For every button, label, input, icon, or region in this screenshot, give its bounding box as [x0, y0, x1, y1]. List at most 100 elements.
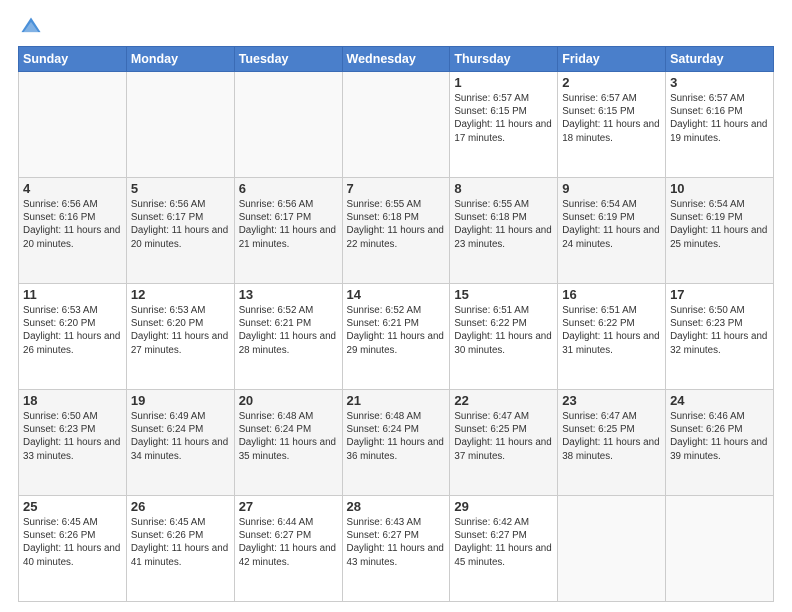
calendar-table: SundayMondayTuesdayWednesdayThursdayFrid… — [18, 46, 774, 602]
day-info: Sunrise: 6:56 AM Sunset: 6:17 PM Dayligh… — [239, 198, 338, 251]
calendar-week-5: 25Sunrise: 6:45 AM Sunset: 6:26 PM Dayli… — [19, 496, 774, 602]
day-info: Sunrise: 6:48 AM Sunset: 6:24 PM Dayligh… — [239, 410, 338, 463]
day-number: 11 — [23, 287, 122, 302]
calendar-header-monday: Monday — [126, 47, 234, 72]
calendar-week-3: 11 Sunrise: 6:53 AM Sunset: 6:20 PM Dayli… — [19, 284, 774, 390]
day-info: Sunrise: 6:46 AM Sunset: 6:26 PM Dayligh… — [670, 410, 769, 463]
day-number: 14 — [347, 287, 446, 302]
day-info: Sunrise: 6:55 AM Sunset: 6:18 PM Dayligh… — [347, 198, 446, 251]
day-info: Sunrise: 6:57 AM Sunset: 6:16 PM Dayligh… — [670, 92, 769, 145]
day-number: 4 — [23, 181, 122, 196]
calendar-cell: 7 Sunrise: 6:55 AM Sunset: 6:18 PM Daylig… — [342, 178, 450, 284]
day-info: Sunrise: 6:55 AM Sunset: 6:18 PM Dayligh… — [454, 198, 553, 251]
calendar-header-sunday: Sunday — [19, 47, 127, 72]
day-info: Sunrise: 6:53 AM Sunset: 6:20 PM Dayligh… — [131, 304, 230, 357]
day-info: Sunrise: 6:53 AM Sunset: 6:20 PM Dayligh… — [23, 304, 122, 357]
day-number: 20 — [239, 393, 338, 408]
calendar-cell: 14 Sunrise: 6:52 AM Sunset: 6:21 PM Dayli… — [342, 284, 450, 390]
day-number: 26 — [131, 499, 230, 514]
calendar-header-thursday: Thursday — [450, 47, 558, 72]
calendar-cell: 12 Sunrise: 6:53 AM Sunset: 6:20 PM Dayli… — [126, 284, 234, 390]
day-info: Sunrise: 6:42 AM Sunset: 6:27 PM Dayligh… — [454, 516, 553, 569]
day-info: Sunrise: 6:45 AM Sunset: 6:26 PM Dayligh… — [131, 516, 230, 569]
day-number: 24 — [670, 393, 769, 408]
day-info: Sunrise: 6:49 AM Sunset: 6:24 PM Dayligh… — [131, 410, 230, 463]
day-info: Sunrise: 6:44 AM Sunset: 6:27 PM Dayligh… — [239, 516, 338, 569]
day-number: 29 — [454, 499, 553, 514]
calendar-week-1: 1 Sunrise: 6:57 AM Sunset: 6:15 PM Daylig… — [19, 72, 774, 178]
calendar-cell: 24 Sunrise: 6:46 AM Sunset: 6:26 PM Dayli… — [666, 390, 774, 496]
calendar-cell: 28Sunrise: 6:43 AM Sunset: 6:27 PM Dayli… — [342, 496, 450, 602]
day-info: Sunrise: 6:57 AM Sunset: 6:15 PM Dayligh… — [562, 92, 661, 145]
calendar-cell: 4 Sunrise: 6:56 AM Sunset: 6:16 PM Daylig… — [19, 178, 127, 284]
day-number: 27 — [239, 499, 338, 514]
calendar-cell: 6 Sunrise: 6:56 AM Sunset: 6:17 PM Daylig… — [234, 178, 342, 284]
calendar-cell: 29 Sunrise: 6:42 AM Sunset: 6:27 PM Dayli… — [450, 496, 558, 602]
calendar-header-row: SundayMondayTuesdayWednesdayThursdayFrid… — [19, 47, 774, 72]
calendar-cell: 18 Sunrise: 6:50 AM Sunset: 6:23 PM Dayli… — [19, 390, 127, 496]
day-number: 8 — [454, 181, 553, 196]
day-info: Sunrise: 6:50 AM Sunset: 6:23 PM Dayligh… — [670, 304, 769, 357]
calendar-week-2: 4 Sunrise: 6:56 AM Sunset: 6:16 PM Daylig… — [19, 178, 774, 284]
day-info: Sunrise: 6:47 AM Sunset: 6:25 PM Dayligh… — [562, 410, 661, 463]
day-number: 3 — [670, 75, 769, 90]
day-number: 16 — [562, 287, 661, 302]
calendar-cell: 25Sunrise: 6:45 AM Sunset: 6:26 PM Dayli… — [19, 496, 127, 602]
day-info: Sunrise: 6:54 AM Sunset: 6:19 PM Dayligh… — [670, 198, 769, 251]
day-info: Sunrise: 6:56 AM Sunset: 6:16 PM Dayligh… — [23, 198, 122, 251]
calendar-cell: 10 Sunrise: 6:54 AM Sunset: 6:19 PM Dayli… — [666, 178, 774, 284]
day-info: Sunrise: 6:48 AM Sunset: 6:24 PM Dayligh… — [347, 410, 446, 463]
day-info: Sunrise: 6:57 AM Sunset: 6:15 PM Dayligh… — [454, 92, 553, 145]
calendar-cell: 5 Sunrise: 6:56 AM Sunset: 6:17 PM Daylig… — [126, 178, 234, 284]
calendar-week-4: 18 Sunrise: 6:50 AM Sunset: 6:23 PM Dayli… — [19, 390, 774, 496]
day-number: 1 — [454, 75, 553, 90]
day-info: Sunrise: 6:43 AM Sunset: 6:27 PM Dayligh… — [347, 516, 446, 569]
day-info: Sunrise: 6:51 AM Sunset: 6:22 PM Dayligh… — [562, 304, 661, 357]
calendar-cell: 8 Sunrise: 6:55 AM Sunset: 6:18 PM Daylig… — [450, 178, 558, 284]
calendar-cell: 11 Sunrise: 6:53 AM Sunset: 6:20 PM Dayli… — [19, 284, 127, 390]
header — [18, 16, 774, 38]
calendar-cell: 13 Sunrise: 6:52 AM Sunset: 6:21 PM Dayli… — [234, 284, 342, 390]
day-info: Sunrise: 6:50 AM Sunset: 6:23 PM Dayligh… — [23, 410, 122, 463]
calendar-cell: 26 Sunrise: 6:45 AM Sunset: 6:26 PM Dayli… — [126, 496, 234, 602]
calendar-header-wednesday: Wednesday — [342, 47, 450, 72]
day-number: 22 — [454, 393, 553, 408]
day-info: Sunrise: 6:51 AM Sunset: 6:22 PM Dayligh… — [454, 304, 553, 357]
calendar-cell: 20 Sunrise: 6:48 AM Sunset: 6:24 PM Dayli… — [234, 390, 342, 496]
day-info: Sunrise: 6:45 AM Sunset: 6:26 PM Dayligh… — [23, 516, 122, 569]
day-number: 7 — [347, 181, 446, 196]
calendar-cell — [342, 72, 450, 178]
calendar-cell: 9 Sunrise: 6:54 AM Sunset: 6:19 PM Daylig… — [558, 178, 666, 284]
calendar-header-tuesday: Tuesday — [234, 47, 342, 72]
day-number: 6 — [239, 181, 338, 196]
calendar-cell — [558, 496, 666, 602]
day-number: 2 — [562, 75, 661, 90]
day-number: 19 — [131, 393, 230, 408]
day-info: Sunrise: 6:52 AM Sunset: 6:21 PM Dayligh… — [239, 304, 338, 357]
day-info: Sunrise: 6:54 AM Sunset: 6:19 PM Dayligh… — [562, 198, 661, 251]
logo — [18, 16, 44, 38]
day-number: 23 — [562, 393, 661, 408]
day-number: 5 — [131, 181, 230, 196]
calendar-header-friday: Friday — [558, 47, 666, 72]
day-info: Sunrise: 6:52 AM Sunset: 6:21 PM Dayligh… — [347, 304, 446, 357]
day-number: 15 — [454, 287, 553, 302]
calendar-cell: 17Sunrise: 6:50 AM Sunset: 6:23 PM Dayli… — [666, 284, 774, 390]
calendar-header-saturday: Saturday — [666, 47, 774, 72]
calendar-cell: 1 Sunrise: 6:57 AM Sunset: 6:15 PM Daylig… — [450, 72, 558, 178]
day-number: 10 — [670, 181, 769, 196]
calendar-cell: 27 Sunrise: 6:44 AM Sunset: 6:27 PM Dayli… — [234, 496, 342, 602]
calendar-cell — [666, 496, 774, 602]
calendar-cell: 3 Sunrise: 6:57 AM Sunset: 6:16 PM Daylig… — [666, 72, 774, 178]
logo-icon — [20, 16, 42, 38]
calendar-cell — [234, 72, 342, 178]
calendar-cell: 21Sunrise: 6:48 AM Sunset: 6:24 PM Dayli… — [342, 390, 450, 496]
day-info: Sunrise: 6:56 AM Sunset: 6:17 PM Dayligh… — [131, 198, 230, 251]
day-number: 18 — [23, 393, 122, 408]
calendar-cell — [126, 72, 234, 178]
calendar-cell: 23 Sunrise: 6:47 AM Sunset: 6:25 PM Dayli… — [558, 390, 666, 496]
day-number: 12 — [131, 287, 230, 302]
day-number: 13 — [239, 287, 338, 302]
page: SundayMondayTuesdayWednesdayThursdayFrid… — [0, 0, 792, 612]
day-number: 9 — [562, 181, 661, 196]
